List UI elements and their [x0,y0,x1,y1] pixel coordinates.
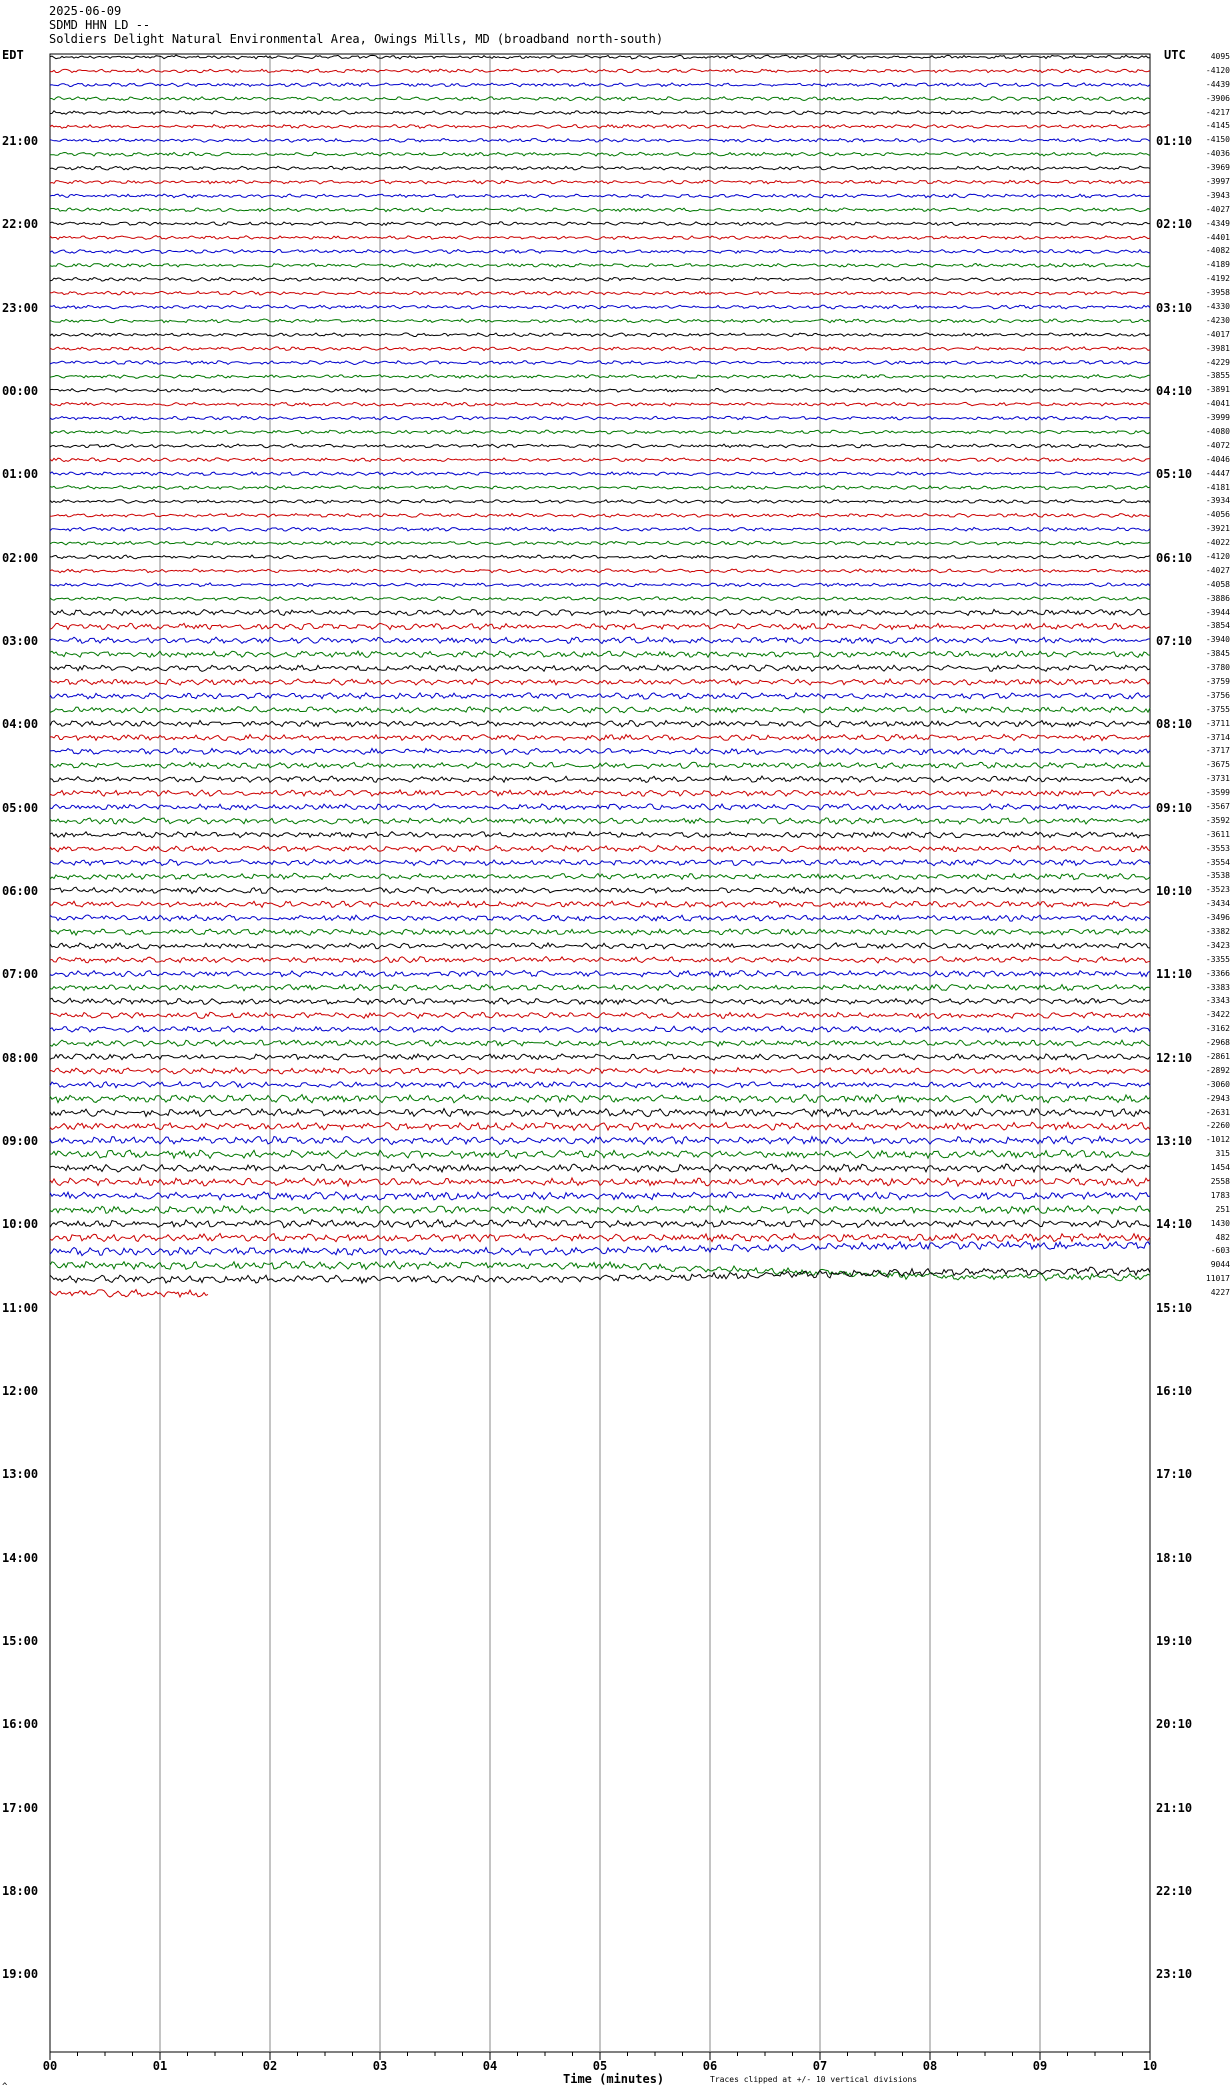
helicorder-plot [49,53,1151,2060]
x-tick-label: 07 [812,2059,828,2073]
x-axis-title: Time (minutes) [563,2072,665,2086]
footer-mark: ^ [2,2082,8,2092]
x-tick-label: 06 [702,2059,718,2073]
x-tick-label: 08 [922,2059,938,2073]
clipping-note: Traces clipped at +/- 10 vertical divisi… [710,2075,918,2084]
x-tick-label: 05 [592,2059,608,2073]
x-tick-label: 10 [1142,2059,1158,2073]
x-tick-label: 03 [372,2059,388,2073]
x-tick-label: 04 [482,2059,498,2073]
x-tick-label: 00 [42,2059,58,2073]
x-tick-label: 09 [1032,2059,1048,2073]
trace-line [49,1288,209,1299]
x-tick-label: 01 [152,2059,168,2073]
x-tick-label: 02 [262,2059,278,2073]
